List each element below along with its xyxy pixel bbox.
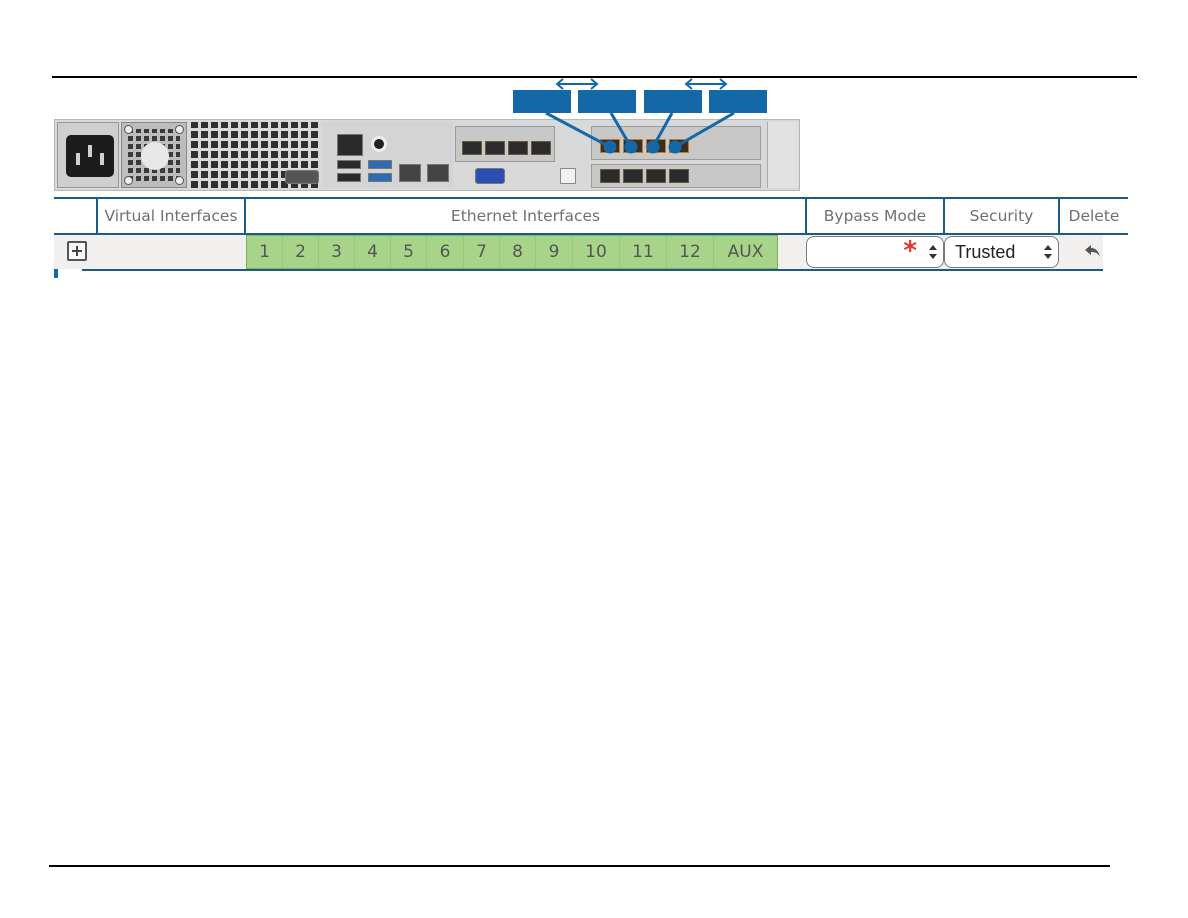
power-supply bbox=[57, 122, 119, 188]
security-value: Trusted bbox=[955, 242, 1016, 262]
status-led-panel bbox=[767, 122, 798, 188]
fan-icon bbox=[121, 122, 187, 188]
mgmt-ethernet-port bbox=[427, 164, 449, 182]
ethernet-port-6[interactable]: 6 bbox=[427, 236, 464, 268]
ethernet-port-9[interactable]: 9 bbox=[536, 236, 573, 268]
ethernet-port-2[interactable]: 2 bbox=[283, 236, 319, 268]
undo-arrow-icon[interactable] bbox=[1084, 243, 1102, 259]
ethernet-port-3[interactable]: 3 bbox=[319, 236, 355, 268]
plus-square-icon[interactable] bbox=[67, 241, 87, 261]
table-row: 1 2 3 4 5 6 7 8 9 10 11 12 AUX * Trusted bbox=[54, 235, 1103, 269]
header-ethernet-interfaces: Ethernet Interfaces bbox=[246, 199, 807, 233]
header-security: Security bbox=[945, 199, 1060, 233]
ipmi-port bbox=[337, 134, 363, 156]
ethernet-port-1[interactable]: 1 bbox=[247, 236, 283, 268]
usb-port bbox=[337, 173, 361, 182]
ethernet-port-8[interactable]: 8 bbox=[500, 236, 536, 268]
header-blank bbox=[54, 199, 98, 233]
virtual-interface-cell[interactable] bbox=[98, 235, 246, 269]
serial-port bbox=[285, 170, 319, 184]
ethernet-port-aux[interactable]: AUX bbox=[714, 236, 777, 268]
security-select[interactable]: Trusted bbox=[944, 236, 1059, 268]
header-bypass-mode: Bypass Mode bbox=[807, 199, 945, 233]
port-callout-1 bbox=[513, 90, 571, 113]
mgmt-ethernet-port bbox=[399, 164, 421, 182]
ethernet-port-7[interactable]: 7 bbox=[464, 236, 500, 268]
ethernet-port-12[interactable]: 12 bbox=[667, 236, 714, 268]
appliance-rear-panel bbox=[54, 119, 800, 191]
port-callout-4 bbox=[709, 90, 767, 113]
select-arrows-icon bbox=[1044, 244, 1052, 260]
io-panel bbox=[285, 122, 453, 188]
ethernet-port-4[interactable]: 4 bbox=[355, 236, 391, 268]
table-header: Virtual Interfaces Ethernet Interfaces B… bbox=[54, 197, 1128, 235]
port-callout-3 bbox=[644, 90, 702, 113]
ethernet-port-selector: 1 2 3 4 5 6 7 8 9 10 11 12 AUX bbox=[246, 235, 778, 269]
ethernet-port-11[interactable]: 11 bbox=[620, 236, 667, 268]
header-delete: Delete bbox=[1068, 207, 1120, 225]
footer-rule bbox=[49, 865, 1110, 867]
bypass-mode-select[interactable]: * bbox=[806, 236, 944, 268]
usb3-port bbox=[368, 173, 392, 182]
network-card-bottom bbox=[591, 164, 761, 188]
ethernet-port-10[interactable]: 10 bbox=[573, 236, 620, 268]
usb3-port bbox=[368, 160, 392, 169]
header-virtual-interfaces: Virtual Interfaces bbox=[98, 199, 246, 233]
usb-port bbox=[337, 160, 361, 169]
network-card-top-left bbox=[455, 126, 555, 162]
power-socket-icon bbox=[66, 135, 114, 177]
bypass-network-card bbox=[591, 126, 761, 160]
bidirectional-arrow-icon bbox=[555, 78, 599, 90]
bidirectional-arrow-icon bbox=[684, 78, 728, 90]
vga-port bbox=[475, 168, 505, 184]
panel-button bbox=[560, 168, 576, 184]
reset-button-icon bbox=[371, 136, 387, 152]
port-callout-2 bbox=[578, 90, 636, 113]
row-divider bbox=[82, 269, 1103, 271]
required-asterisk-icon: * bbox=[903, 236, 917, 266]
ethernet-port-5[interactable]: 5 bbox=[391, 236, 427, 268]
select-arrows-icon bbox=[929, 244, 937, 260]
